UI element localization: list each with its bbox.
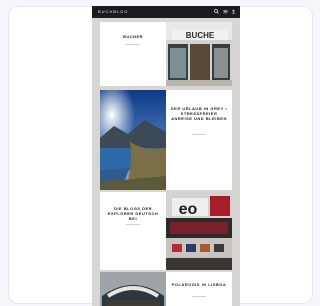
title-divider [126, 44, 140, 45]
post-text-panel: DER URLAUB IN GREY • STRESSFREIER ANREIS… [166, 90, 232, 190]
post-title[interactable]: DIE BLOGS DER EXPLORER DEUTSCH BEI [104, 206, 162, 221]
post-title[interactable]: BUCHER [104, 34, 162, 39]
menu-icon[interactable] [223, 9, 228, 14]
title-divider [192, 134, 206, 135]
cafe-sign-image[interactable] [100, 272, 166, 306]
title-divider [192, 296, 206, 297]
cafe-sign-graphic [100, 272, 166, 306]
search-icon[interactable] [214, 9, 219, 14]
post-card[interactable]: DER URLAUB IN GREY • STRESSFREIER ANREIS… [100, 90, 232, 190]
shop-window-graphic: eo [166, 192, 232, 270]
post-text-panel: DIE BLOGS DER EXPLORER DEUTSCH BEI [100, 192, 166, 270]
post-card[interactable]: BUCHER BUCHE [100, 22, 232, 86]
lake-landscape-graphic [100, 90, 166, 190]
post-title[interactable]: DER URLAUB IN GREY • STRESSFREIER ANREIS… [170, 106, 228, 121]
user-icon[interactable] [231, 9, 236, 14]
site-logo[interactable]: BUCHBLOG [98, 9, 128, 15]
bookshop-storefront-graphic: BUCHE [166, 22, 232, 86]
post-text-panel: BUCHER [100, 22, 166, 86]
post-card[interactable]: POLAROIDS IN LISBOA [100, 272, 232, 306]
lake-mountain-image[interactable] [100, 90, 166, 190]
post-card[interactable]: DIE BLOGS DER EXPLORER DEUTSCH BEI eo [100, 192, 232, 270]
mobile-site-preview: BUCHBLOG BUCHER BUCHE DER URLAUB IN GREY… [92, 6, 240, 306]
bookshop-storefront-image[interactable]: BUCHE [166, 22, 232, 86]
svg-text:eo: eo [179, 201, 198, 218]
post-text-panel: POLAROIDS IN LISBOA [166, 272, 232, 306]
svg-text:BUCHE: BUCHE [186, 31, 215, 40]
site-header: BUCHBLOG [92, 6, 240, 18]
post-title[interactable]: POLAROIDS IN LISBOA [170, 282, 228, 287]
shop-window-image[interactable]: eo [166, 192, 232, 270]
title-divider [126, 224, 140, 225]
